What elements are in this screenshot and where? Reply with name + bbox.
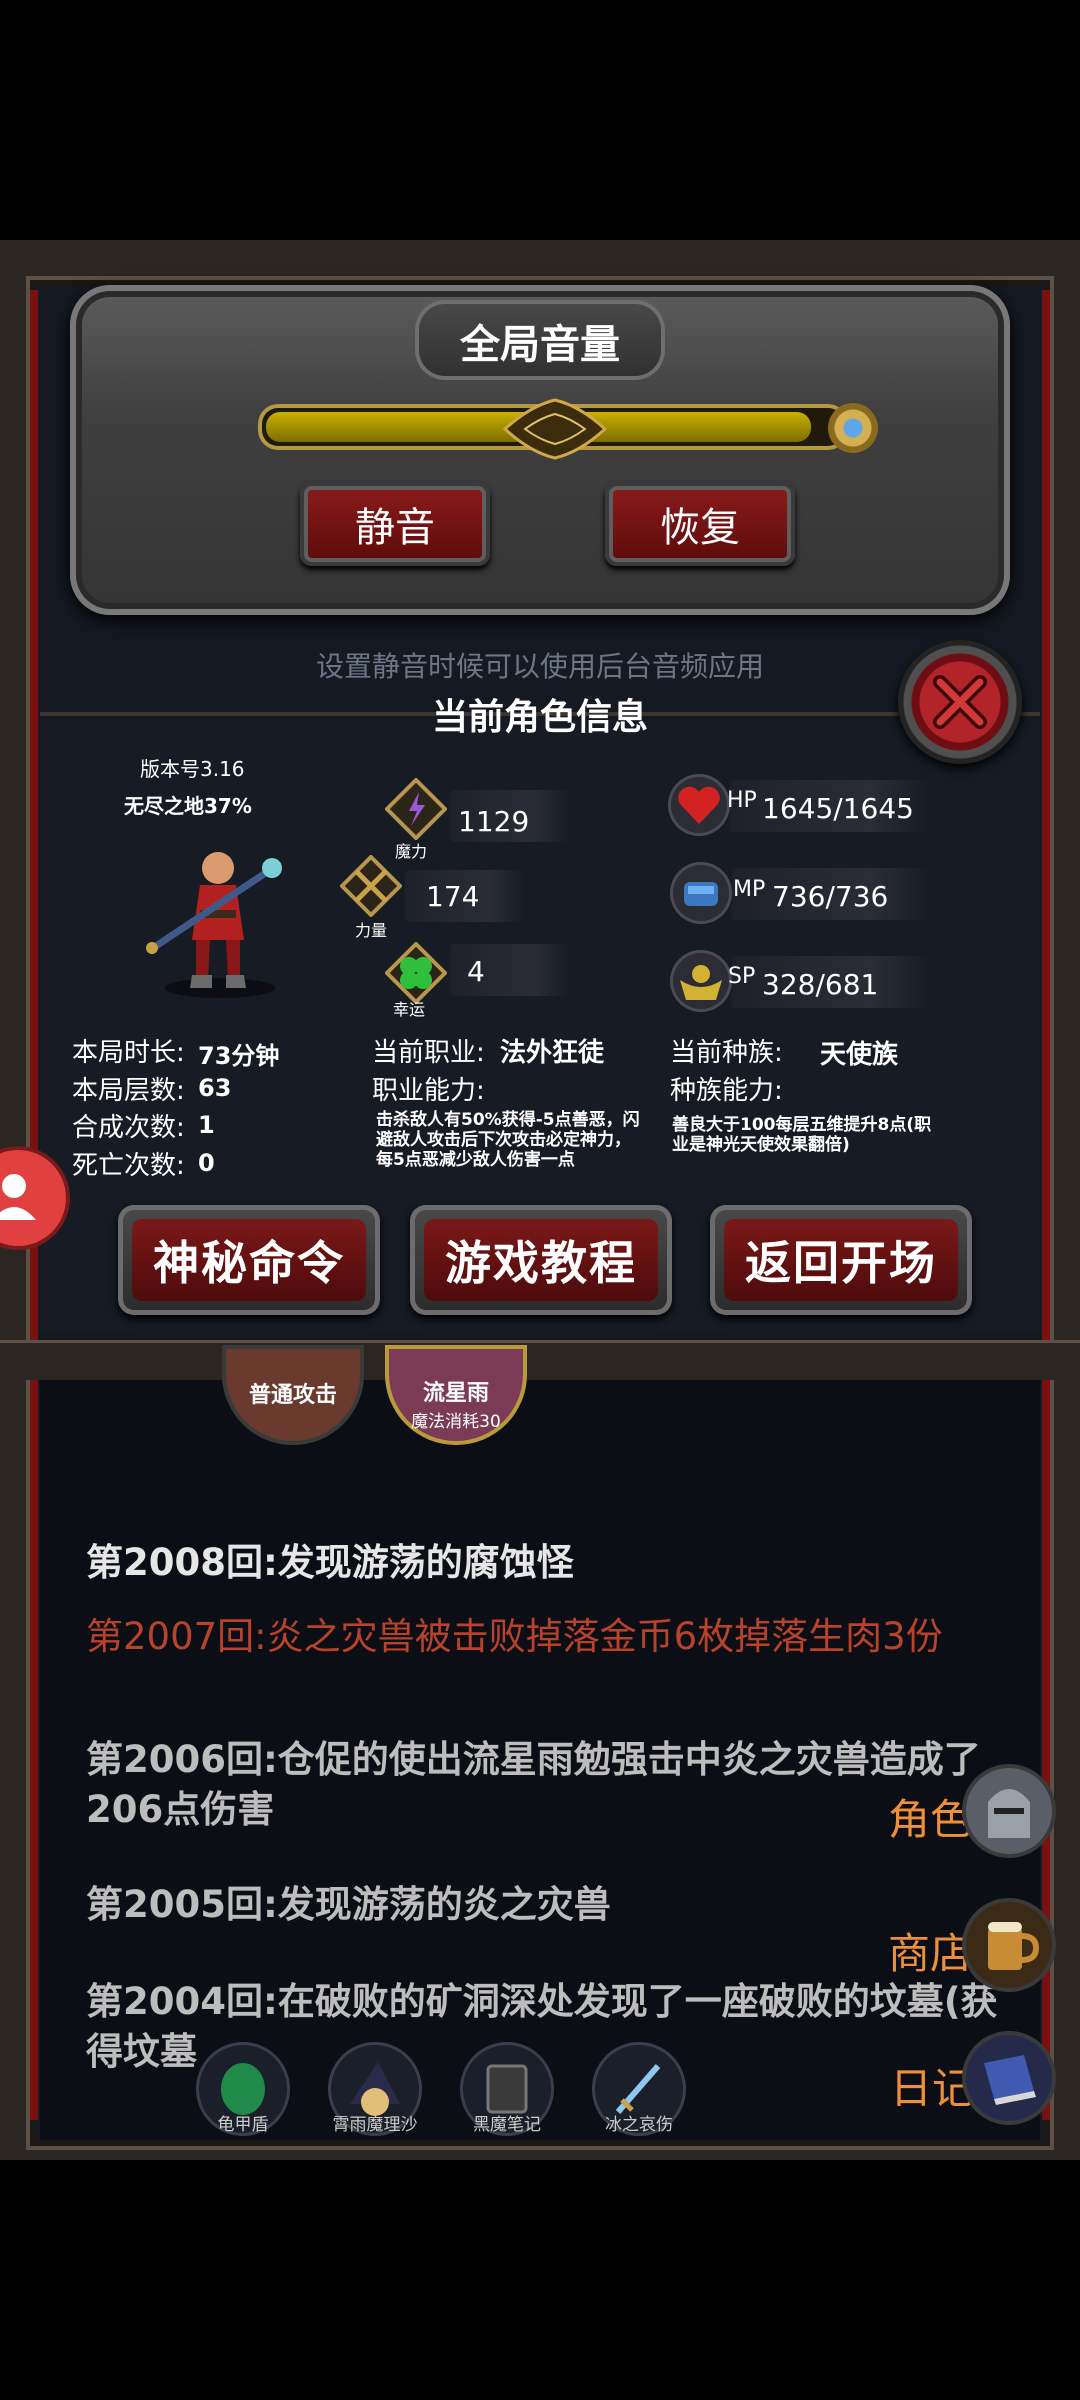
muscle-icon [680, 965, 722, 1000]
version-label: 版本号3.16 [140, 757, 245, 781]
mp-icon-frame [670, 862, 732, 924]
floor-value: 63 [198, 1074, 232, 1102]
race-label: 当前种族: [670, 1038, 783, 1068]
item-label: 龟甲盾 [217, 2115, 269, 2135]
log-entry: 第2006回:仓促的使出流星雨勉强击中炎之灾兽造成了206点伤害 [86, 1738, 981, 1831]
diary-menu-label[interactable]: 日记 [890, 2055, 974, 2116]
character-info-title: 当前角色信息 [431, 697, 648, 738]
sp-value: 328/681 [762, 968, 879, 1001]
back-to-start-label: 返回开场 [724, 1219, 958, 1301]
luck-label: 幸运 [393, 1000, 426, 1019]
hp-icon-frame [668, 774, 730, 836]
job-value: 法外狂徒 [500, 1038, 605, 1068]
role-menu-label[interactable]: 角色 [888, 1786, 972, 1847]
log-entry: 第2007回:炎之灾兽被击败掉落金币6枚掉落生肉3份 [86, 1615, 943, 1658]
heart-icon [678, 786, 720, 824]
close-icon [933, 675, 987, 729]
sp-icon-frame [670, 950, 732, 1012]
potion-icon [684, 882, 718, 906]
restore-button[interactable]: 恢复 [605, 482, 795, 566]
shop-menu-label[interactable]: 商店 [888, 1920, 972, 1981]
book-shape [984, 2055, 1036, 2105]
back-to-start-button[interactable]: 返回开场 [710, 1205, 972, 1315]
mp-tag: MP [733, 877, 766, 902]
race-value: 天使族 [820, 1040, 899, 1070]
mp-value: 736/736 [772, 880, 889, 913]
log-divider [0, 1340, 1080, 1380]
secret-command-label: 神秘命令 [132, 1219, 366, 1301]
beer-mug-icon[interactable] [966, 1902, 1052, 1988]
luck-icon [385, 942, 447, 1004]
duration-label: 本局时长: [72, 1038, 185, 1068]
skill-meteor-rain-label: 流星雨 [422, 1381, 489, 1406]
merge-value: 1 [198, 1111, 215, 1139]
slider-ornament-icon [502, 398, 608, 460]
beer-mug-shape [988, 1922, 1040, 1970]
realm-progress: 无尽之地37% [124, 794, 252, 818]
user-icon [0, 1174, 36, 1220]
strength-label: 力量 [355, 921, 388, 940]
helmet-icon[interactable] [966, 1768, 1052, 1854]
secret-command-button[interactable]: 神秘命令 [118, 1205, 380, 1315]
magic-value: 1129 [458, 805, 530, 838]
skill-normal-attack-label: 普通攻击 [248, 1383, 337, 1408]
hp-tag: HP [727, 788, 757, 813]
floor-label: 本局层数: [72, 1076, 185, 1106]
volume-title: 全局音量 [460, 322, 620, 368]
volume-slider-knob[interactable] [828, 403, 878, 453]
floating-avatar-button[interactable] [0, 1150, 66, 1246]
book-icon[interactable] [966, 2035, 1052, 2121]
close-button[interactable] [898, 640, 1022, 764]
skill-meteor-rain[interactable]: 流星雨 魔法消耗30 [385, 1345, 527, 1445]
race-ability-text: 善良大于100每层五维提升8点(职业是神光天使效果翻倍) [672, 1115, 932, 1155]
tutorial-label: 游戏教程 [424, 1219, 658, 1301]
race-ability-label: 种族能力: [670, 1076, 783, 1106]
character-sprite [146, 852, 282, 998]
tutorial-button[interactable]: 游戏教程 [410, 1205, 672, 1315]
log-entry: 第2008回:发现游荡的腐蚀怪 [86, 1541, 574, 1584]
item-label: 霄雨魔理沙 [332, 2115, 418, 2135]
job-ability-label: 职业能力: [372, 1076, 485, 1106]
mute-button[interactable]: 静音 [300, 482, 490, 566]
job-ability-text: 击杀敌人有50%获得-5点善恶，闪避敌人攻击后下次攻击必定神力，每5点恶减少敌人… [376, 1110, 640, 1170]
duration-value: 73分钟 [198, 1042, 280, 1070]
merge-label: 合成次数: [72, 1113, 185, 1143]
item-label: 黑魔笔记 [473, 2115, 541, 2135]
skill-meteor-rain-cost: 魔法消耗30 [411, 1412, 501, 1432]
helmet-shape [988, 1789, 1030, 1838]
job-label: 当前职业: [372, 1038, 485, 1068]
item-label: 冰之哀伤 [605, 2115, 673, 2135]
magic-icon [385, 778, 447, 840]
strength-value: 174 [426, 880, 480, 913]
strength-icon [340, 855, 402, 917]
sp-tag: SP [728, 964, 756, 989]
luck-value: 4 [467, 955, 485, 988]
hp-value: 1645/1645 [762, 792, 914, 825]
death-label: 死亡次数: [72, 1151, 185, 1181]
death-value: 0 [198, 1149, 215, 1177]
